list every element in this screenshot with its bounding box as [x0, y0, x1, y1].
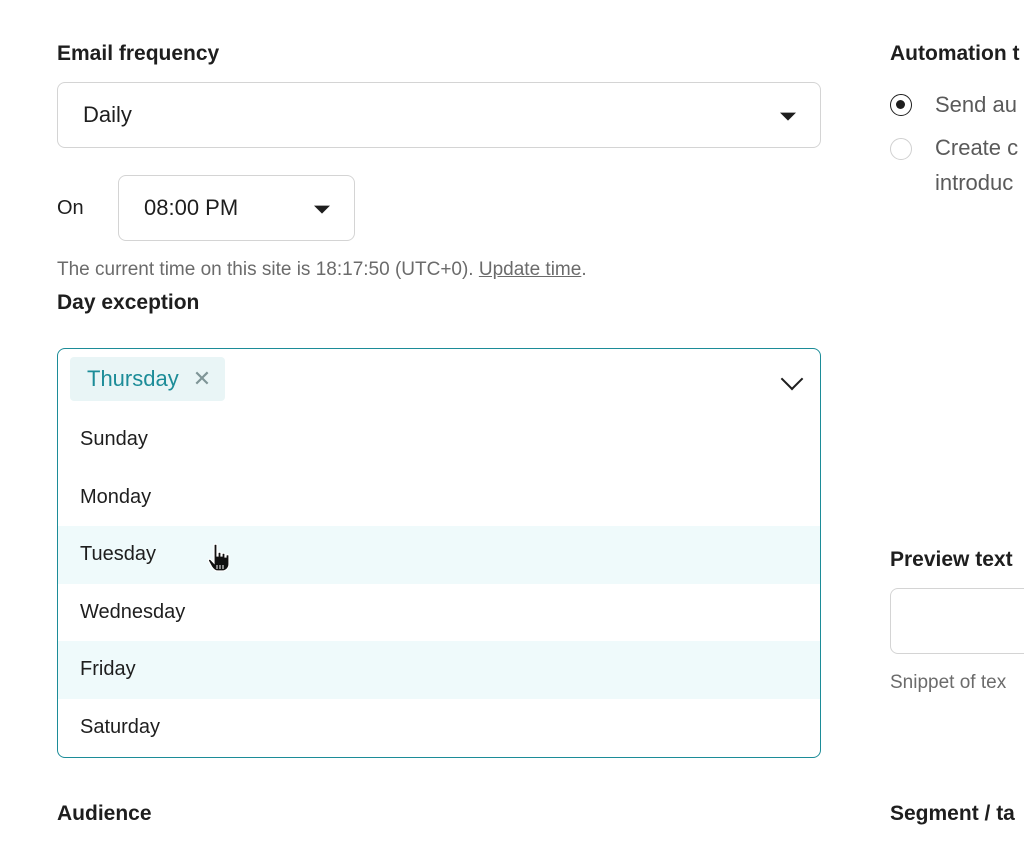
- current-time-help: The current time on this site is 18:17:5…: [57, 259, 587, 281]
- day-exception-multiselect[interactable]: Thursday ✕ Sunday Monday Tuesday Wednesday F…: [57, 348, 821, 758]
- email-frequency-value: Daily: [83, 102, 132, 127]
- day-options-list: Sunday Monday Tuesday Wednesday Friday Saturd…: [58, 411, 820, 757]
- page: Email frequency Daily On 08:00 PM The cu…: [0, 0, 1024, 841]
- update-time-link[interactable]: Update time: [479, 259, 581, 280]
- segment-label: Segment / ta: [890, 802, 1015, 825]
- day-option-tuesday[interactable]: Tuesday: [58, 526, 820, 584]
- audience-label: Audience: [57, 802, 152, 825]
- time-select[interactable]: 08:00 PM: [118, 175, 355, 241]
- remove-chip-icon[interactable]: ✕: [193, 366, 211, 392]
- day-option-monday[interactable]: Monday: [58, 469, 820, 527]
- radio-create-label: Create c: [935, 135, 1019, 160]
- day-exception-label: Day exception: [57, 291, 200, 314]
- time-value: 08:00 PM: [144, 195, 239, 220]
- preview-text-help: Snippet of tex: [890, 672, 1007, 693]
- help-period: .: [581, 259, 587, 280]
- selected-chip: Thursday ✕: [70, 357, 226, 401]
- caret-down-icon: [314, 205, 330, 214]
- email-frequency-label: Email frequency: [57, 42, 220, 65]
- current-time-text: The current time on this site is 18:17:5…: [57, 259, 479, 280]
- chip-label: Thursday: [87, 366, 179, 391]
- caret-down-icon: [780, 112, 796, 121]
- preview-text-label: Preview text: [890, 548, 1013, 571]
- day-option-saturday[interactable]: Saturday: [58, 699, 820, 757]
- preview-text-input[interactable]: [890, 588, 1024, 654]
- radio-send-label: Send au: [935, 92, 1017, 117]
- email-frequency-select[interactable]: Daily: [57, 82, 821, 148]
- day-option-sunday[interactable]: Sunday: [58, 411, 820, 469]
- radio-create[interactable]: [890, 138, 912, 160]
- radio-send[interactable]: [890, 94, 912, 116]
- automation-label: Automation t: [890, 42, 1020, 65]
- chevron-down-icon[interactable]: [780, 367, 804, 391]
- day-option-friday[interactable]: Friday: [58, 641, 820, 699]
- on-label: On: [57, 197, 84, 219]
- day-option-wednesday[interactable]: Wednesday: [58, 584, 820, 642]
- hand-cursor-icon: [207, 543, 230, 572]
- radio-create-label-line2: introduc: [935, 170, 1014, 195]
